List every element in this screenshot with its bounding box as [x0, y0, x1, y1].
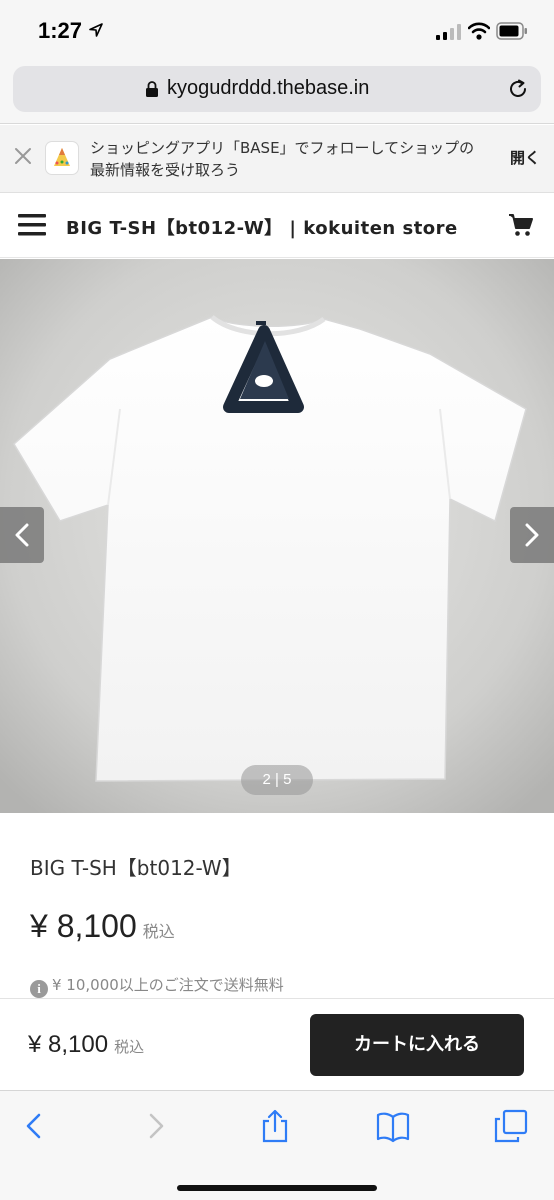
browser-toolbar — [0, 1090, 554, 1200]
product-name: BIG T-SH【bt012-W】 — [30, 856, 242, 880]
hamburger-menu-icon[interactable] — [18, 214, 46, 236]
signal-bars-icon — [436, 24, 461, 40]
add-to-cart-button[interactable]: カートに入れる — [310, 1014, 524, 1076]
sticky-cart-bar: ¥ 8,100 税込 カートに入れる — [0, 998, 554, 1090]
bookmarks-icon[interactable] — [376, 1109, 410, 1143]
shipping-info-text: ¥ 10,000以上のご注文で送料無料 — [52, 976, 284, 994]
tax-label: 税込 — [142, 924, 175, 941]
chevron-right-icon — [525, 523, 539, 547]
close-icon[interactable] — [12, 145, 34, 167]
app-promo-banner: ショッピングアプリ「BASE」でフォローしてショップの最新情報を受け取ろう 開く — [0, 125, 554, 193]
back-icon[interactable] — [18, 1109, 52, 1143]
tabs-icon[interactable] — [494, 1109, 528, 1143]
status-time: 1:27 — [38, 18, 83, 43]
cart-bar-tax-label: 税込 — [114, 1039, 145, 1056]
wifi-icon — [468, 22, 490, 40]
url-text: kyogudrddd.thebase.in — [167, 77, 370, 99]
gallery-counter: 2 | 5 — [241, 765, 313, 795]
reload-icon[interactable] — [507, 78, 529, 100]
product-photo — [0, 259, 554, 813]
base-app-logo — [46, 142, 78, 174]
info-icon: i — [30, 980, 48, 998]
forward-icon[interactable] — [138, 1109, 172, 1143]
page-title: BIG T-SH【bt012-W】 | kokuiten store — [66, 218, 458, 239]
shipping-info: i ¥ 10,000以上のご注文で送料無料 — [30, 974, 284, 998]
open-app-button[interactable]: 開く — [510, 147, 540, 168]
lock-icon — [146, 81, 158, 97]
gallery-prev-button[interactable] — [0, 507, 44, 563]
home-indicator — [177, 1185, 377, 1191]
product-price: ¥ 8,100 税込 — [30, 908, 175, 945]
product-image-gallery[interactable]: 2 | 5 — [0, 259, 554, 813]
share-icon[interactable] — [258, 1109, 292, 1143]
gallery-next-button[interactable] — [510, 507, 554, 563]
location-arrow-icon — [89, 23, 103, 37]
battery-icon — [496, 22, 527, 40]
cart-bar-price-value: ¥ 8,100 — [28, 1031, 109, 1058]
cart-bar-price: ¥ 8,100 税込 — [28, 1031, 144, 1059]
browser-address-area: kyogudrddd.thebase.in — [0, 62, 554, 124]
price-value: ¥ 8,100 — [30, 908, 137, 944]
address-bar[interactable]: kyogudrddd.thebase.in — [13, 66, 541, 112]
chevron-left-icon — [15, 523, 29, 547]
app-banner-message: ショッピングアプリ「BASE」でフォローしてショップの最新情報を受け取ろう — [90, 139, 475, 179]
cart-icon[interactable] — [508, 212, 534, 238]
status-bar: 1:27 — [0, 0, 554, 62]
shop-header: BIG T-SH【bt012-W】 | kokuiten store — [0, 194, 554, 258]
